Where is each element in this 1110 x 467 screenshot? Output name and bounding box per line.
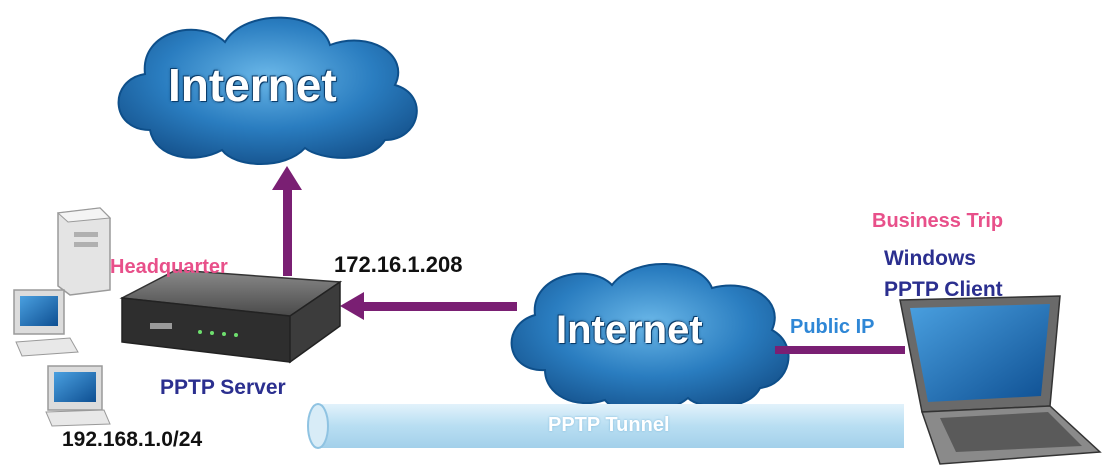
internet-label-middle: Internet xyxy=(556,308,703,352)
laptop-icon xyxy=(899,295,1102,465)
lan-subnet-label: 192.168.1.0/24 xyxy=(62,428,203,451)
client-os-label: Windows xyxy=(884,247,976,270)
internet-label-top: Internet xyxy=(168,59,337,111)
public-ip-link xyxy=(775,346,905,354)
client-type-label: PPTP Client xyxy=(884,278,1003,301)
tunnel-label: PPTP Tunnel xyxy=(548,414,670,436)
pptp-server-label: PPTP Server xyxy=(160,376,286,399)
tower-pc-icon xyxy=(56,207,112,296)
arrow-to-router xyxy=(340,292,517,320)
arrow-to-internet xyxy=(272,166,302,276)
workstation-icon xyxy=(45,365,111,427)
public-ip-label: Public IP xyxy=(790,316,875,338)
business-trip-label: Business Trip xyxy=(872,210,1004,232)
server-ip-label: 172.16.1.208 xyxy=(334,252,463,277)
headquarter-label: Headquarter xyxy=(110,256,228,278)
router-icon xyxy=(119,269,343,364)
workstation-icon xyxy=(13,289,79,357)
